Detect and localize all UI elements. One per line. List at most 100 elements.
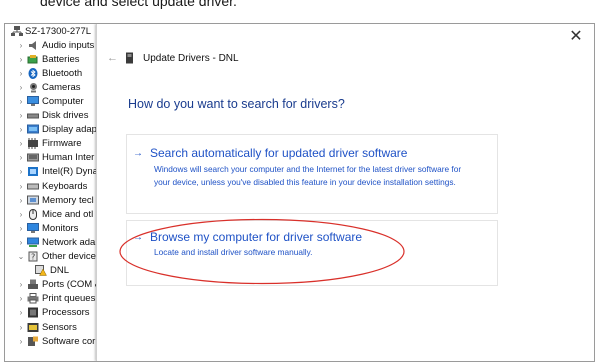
sensor-icon xyxy=(27,322,39,333)
chevron-right-icon[interactable]: › xyxy=(15,55,27,64)
tree-item-sensors[interactable]: › Sensors xyxy=(5,320,98,334)
tree-item-label: Firmware xyxy=(42,138,82,150)
chevron-right-icon[interactable]: › xyxy=(15,83,27,92)
tree-item-label: Cameras xyxy=(42,81,81,93)
option-description-line: Windows will search your computer and th… xyxy=(154,164,462,174)
tree-item-label: Network ada xyxy=(42,236,96,248)
tree-item-cameras[interactable]: › Cameras xyxy=(5,80,98,94)
firmware-icon xyxy=(27,138,39,150)
tree-item-label: Processors xyxy=(42,307,90,319)
chevron-right-icon[interactable]: › xyxy=(15,125,27,134)
chevron-right-icon[interactable]: › xyxy=(15,69,27,78)
chevron-right-icon[interactable]: › xyxy=(15,308,27,317)
tree-item-software-components[interactable]: › Software cor xyxy=(5,334,98,348)
tree-item-dnl[interactable]: DNL xyxy=(5,264,98,278)
display-adapter-icon xyxy=(27,124,39,135)
intel-icon xyxy=(27,166,39,177)
option-title-text: Browse my computer for driver software xyxy=(150,230,363,244)
browse-computer-option[interactable]: → Browse my computer for driver software… xyxy=(126,220,498,286)
chevron-right-icon[interactable]: › xyxy=(15,153,27,162)
tree-item-label: Other device xyxy=(42,251,96,263)
close-button[interactable]: ✕ xyxy=(567,28,585,46)
option-description: Locate and install driver software manua… xyxy=(154,246,497,259)
tree-item-label: Audio inputs xyxy=(42,39,95,51)
camera-icon xyxy=(27,82,39,93)
tree-item-network-adapters[interactable]: › Network ada xyxy=(5,235,98,249)
option-description-line: your device, unless you've disabled this… xyxy=(154,177,456,187)
chevron-right-icon[interactable]: › xyxy=(15,196,27,205)
chevron-right-icon[interactable]: › xyxy=(15,238,27,247)
tree-item-other-devices[interactable]: ⌄ ? Other device xyxy=(5,250,98,264)
device-icon xyxy=(125,52,135,64)
chevron-right-icon[interactable]: › xyxy=(15,224,27,233)
chevron-right-icon[interactable]: › xyxy=(15,280,27,289)
tree-item-keyboards[interactable]: › Keyboards xyxy=(5,179,98,193)
chevron-right-icon[interactable]: › xyxy=(15,182,27,191)
back-arrow-icon[interactable]: ← xyxy=(107,52,118,64)
tree-item-human-interface[interactable]: › Human Inter xyxy=(5,151,98,165)
tree-item-display-adapters[interactable]: › Display adap xyxy=(5,123,98,137)
memory-icon xyxy=(27,195,39,206)
chevron-right-icon[interactable]: › xyxy=(15,41,27,50)
chevron-down-icon[interactable]: ⌄ xyxy=(15,252,27,261)
chevron-right-icon[interactable]: › xyxy=(15,294,27,303)
chevron-right-icon[interactable]: › xyxy=(15,111,27,120)
battery-icon xyxy=(27,54,39,65)
tree-item-label: Batteries xyxy=(42,53,80,65)
tree-item-label: Ports (COM & xyxy=(42,279,98,291)
option-title: → Search automatically for updated drive… xyxy=(133,146,497,160)
tree-root-label: SZ-17300-277L xyxy=(25,25,92,37)
arrow-right-icon: → xyxy=(133,231,143,243)
tree-item-disk-drives[interactable]: › Disk drives xyxy=(5,109,98,123)
tree-item-label: Keyboards xyxy=(42,180,88,192)
chevron-right-icon[interactable]: › xyxy=(15,139,27,148)
tree-item-batteries[interactable]: › Batteries xyxy=(5,52,98,66)
option-description: Windows will search your computer and th… xyxy=(154,163,497,189)
speaker-icon xyxy=(27,40,39,51)
port-icon xyxy=(27,279,39,290)
monitor-icon xyxy=(27,222,39,234)
tree-item-label: Print queues xyxy=(42,293,96,305)
tree-item-memory-technology[interactable]: › Memory tecl xyxy=(5,193,98,207)
tree-item-ports[interactable]: › Ports (COM & xyxy=(5,278,98,292)
chevron-right-icon[interactable]: › xyxy=(15,323,27,332)
chevron-right-icon[interactable]: › xyxy=(15,97,27,106)
tree-item-label: Intel(R) Dyna xyxy=(42,166,98,178)
tree-item-intel-dynamic[interactable]: › Intel(R) Dyna xyxy=(5,165,98,179)
tree-item-processors[interactable]: › Processors xyxy=(5,306,98,320)
tree-item-audio-inputs[interactable]: › Audio inputs xyxy=(5,38,98,52)
tree-item-bluetooth[interactable]: › Bluetooth xyxy=(5,66,98,80)
tree-item-mice[interactable]: › Mice and otl xyxy=(5,207,98,221)
unknown-device-icon: ? xyxy=(27,251,39,262)
update-drivers-dialog: ✕ ← Update Drivers - DNL How do you want… xyxy=(96,24,594,361)
network-adapter-icon xyxy=(27,237,39,248)
chevron-right-icon[interactable]: › xyxy=(15,337,27,346)
tree-item-label: Disk drives xyxy=(42,110,89,122)
option-description-line: Locate and install driver software manua… xyxy=(154,247,313,257)
tree-item-label: Memory tecl xyxy=(42,194,94,206)
dialog-title-text: Update Drivers - DNL xyxy=(143,52,239,64)
instruction-caption: device and select update driver. xyxy=(40,0,237,9)
tree-item-label: DNL xyxy=(50,265,70,277)
tree-item-label: Mice and otl xyxy=(42,208,94,220)
device-tree: SZ-17300-277L › Audio inputs › Batteries… xyxy=(5,24,98,361)
search-automatically-option[interactable]: → Search automatically for updated drive… xyxy=(126,134,498,214)
tree-item-print-queues[interactable]: › Print queues xyxy=(5,292,98,306)
option-title: → Browse my computer for driver software xyxy=(133,230,497,244)
software-component-icon xyxy=(27,336,39,347)
dialog-title: Update Drivers - DNL xyxy=(125,52,239,64)
disk-drive-icon xyxy=(27,110,39,121)
chevron-right-icon[interactable]: › xyxy=(15,210,27,219)
tree-item-label: Human Inter xyxy=(42,152,95,164)
tree-item-label: Computer xyxy=(42,96,84,108)
tree-item-firmware[interactable]: › Firmware xyxy=(5,137,98,151)
chevron-right-icon[interactable]: › xyxy=(15,167,27,176)
printer-icon xyxy=(27,293,39,304)
svg-text:?: ? xyxy=(31,253,35,262)
mouse-icon xyxy=(27,208,39,220)
tree-item-computer[interactable]: › Computer xyxy=(5,94,98,108)
tree-root[interactable]: SZ-17300-277L xyxy=(5,24,98,38)
tree-item-label: Sensors xyxy=(42,321,77,333)
option-title-text: Search automatically for updated driver … xyxy=(150,146,408,160)
tree-item-monitors[interactable]: › Monitors xyxy=(5,221,98,235)
